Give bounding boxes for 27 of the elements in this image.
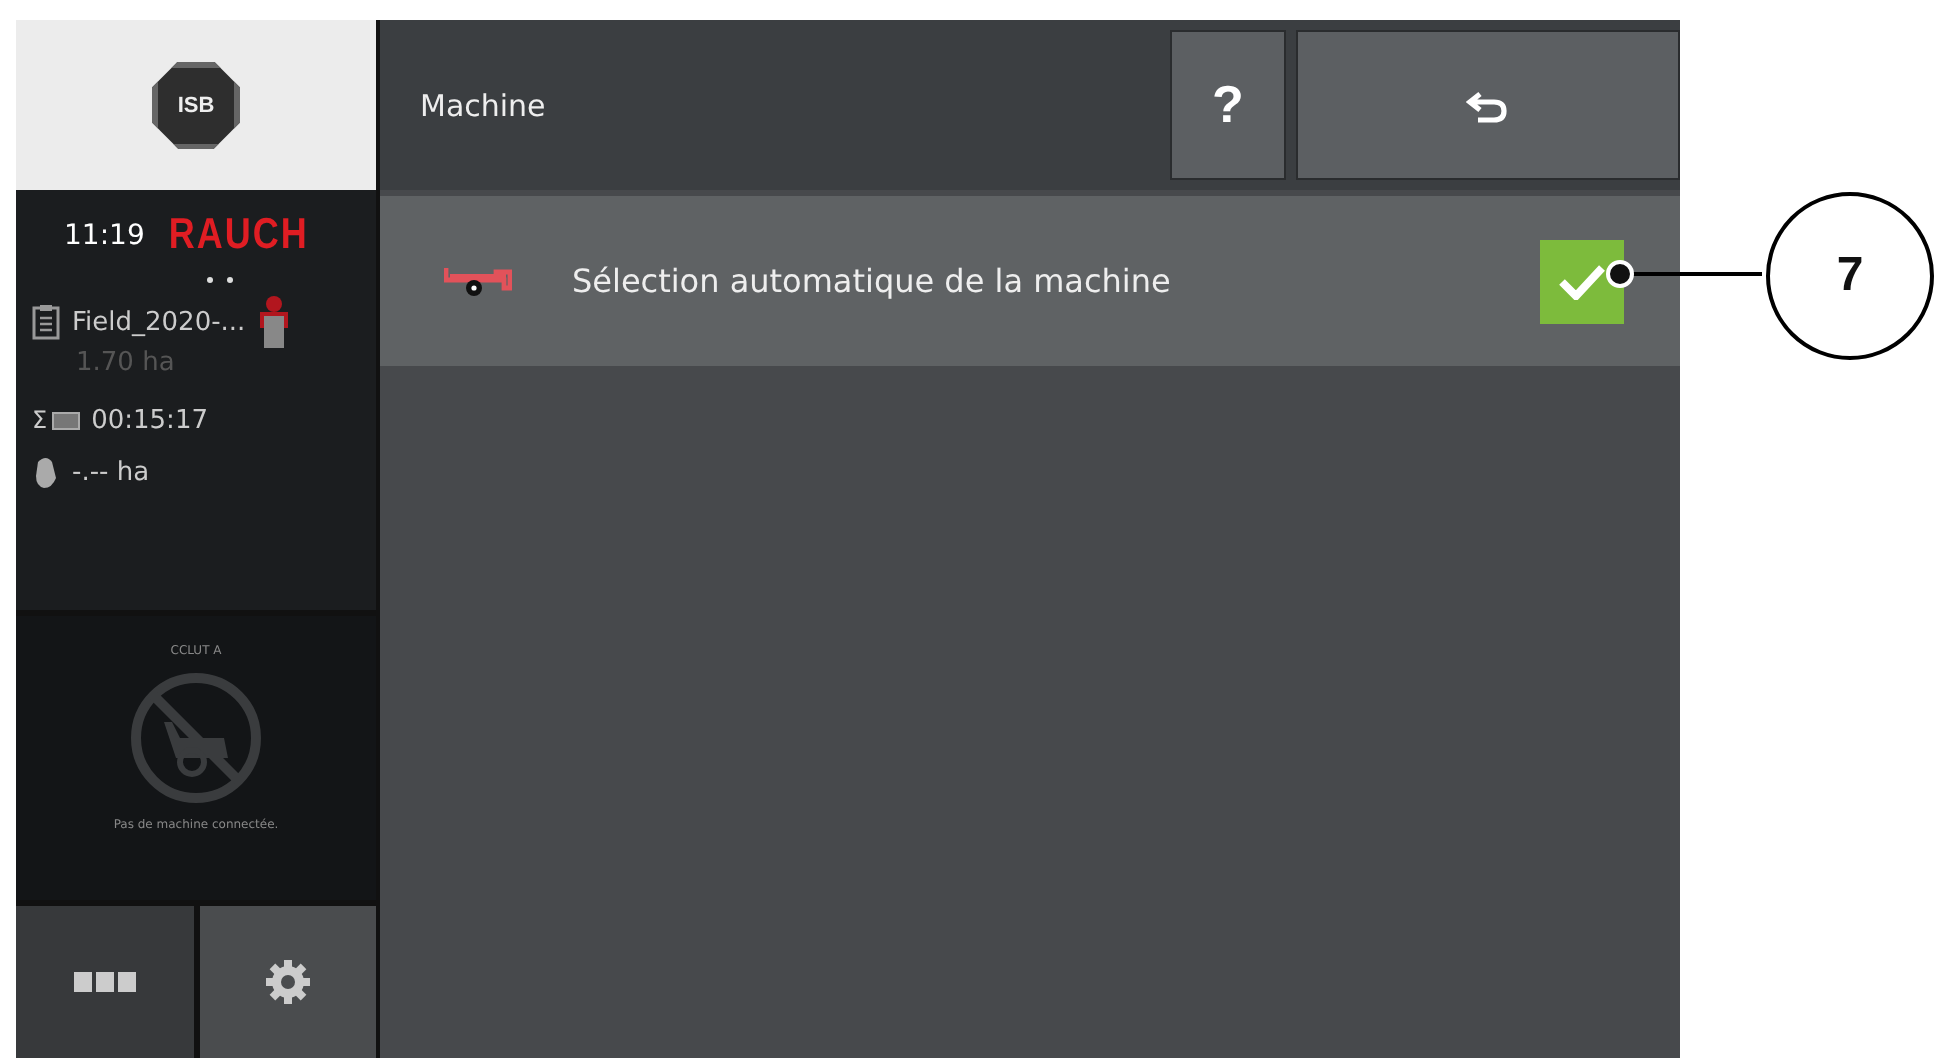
checkmark-icon <box>1558 263 1606 299</box>
hand-icon <box>32 454 60 490</box>
clock-time: 11:19 <box>64 219 145 251</box>
worked-area: -.-- ha <box>72 457 150 487</box>
clipboard-icon <box>32 304 60 340</box>
settings-icon <box>264 958 312 1006</box>
callout-number: 7 <box>1766 192 1934 360</box>
grid-icon <box>73 972 137 992</box>
page-dots-icon <box>206 276 234 284</box>
setting-label: Sélection automatique de la machine <box>572 262 1173 300</box>
work-duration: 00:15:17 <box>91 405 208 435</box>
operator-icon <box>257 294 290 350</box>
setting-row[interactable]: Sélection automatique de la machine <box>380 196 1680 366</box>
menu-button[interactable] <box>16 906 194 1058</box>
help-button[interactable]: ? <box>1170 30 1286 180</box>
field-area: 1.70 ha <box>32 348 376 378</box>
counter-icon <box>51 411 80 429</box>
field-name: Field_2020-... <box>72 307 246 337</box>
no-machine-icon <box>128 670 264 806</box>
sum-symbol: Σ <box>32 406 48 434</box>
back-icon <box>1466 87 1510 123</box>
brand-logo: RAUCH <box>168 209 309 261</box>
settings-button[interactable] <box>200 906 376 1058</box>
checkbox[interactable] <box>1540 239 1624 323</box>
trailer-icon <box>444 265 512 297</box>
page-title: Machine <box>420 87 548 123</box>
isb-button[interactable]: ISB <box>16 20 376 190</box>
